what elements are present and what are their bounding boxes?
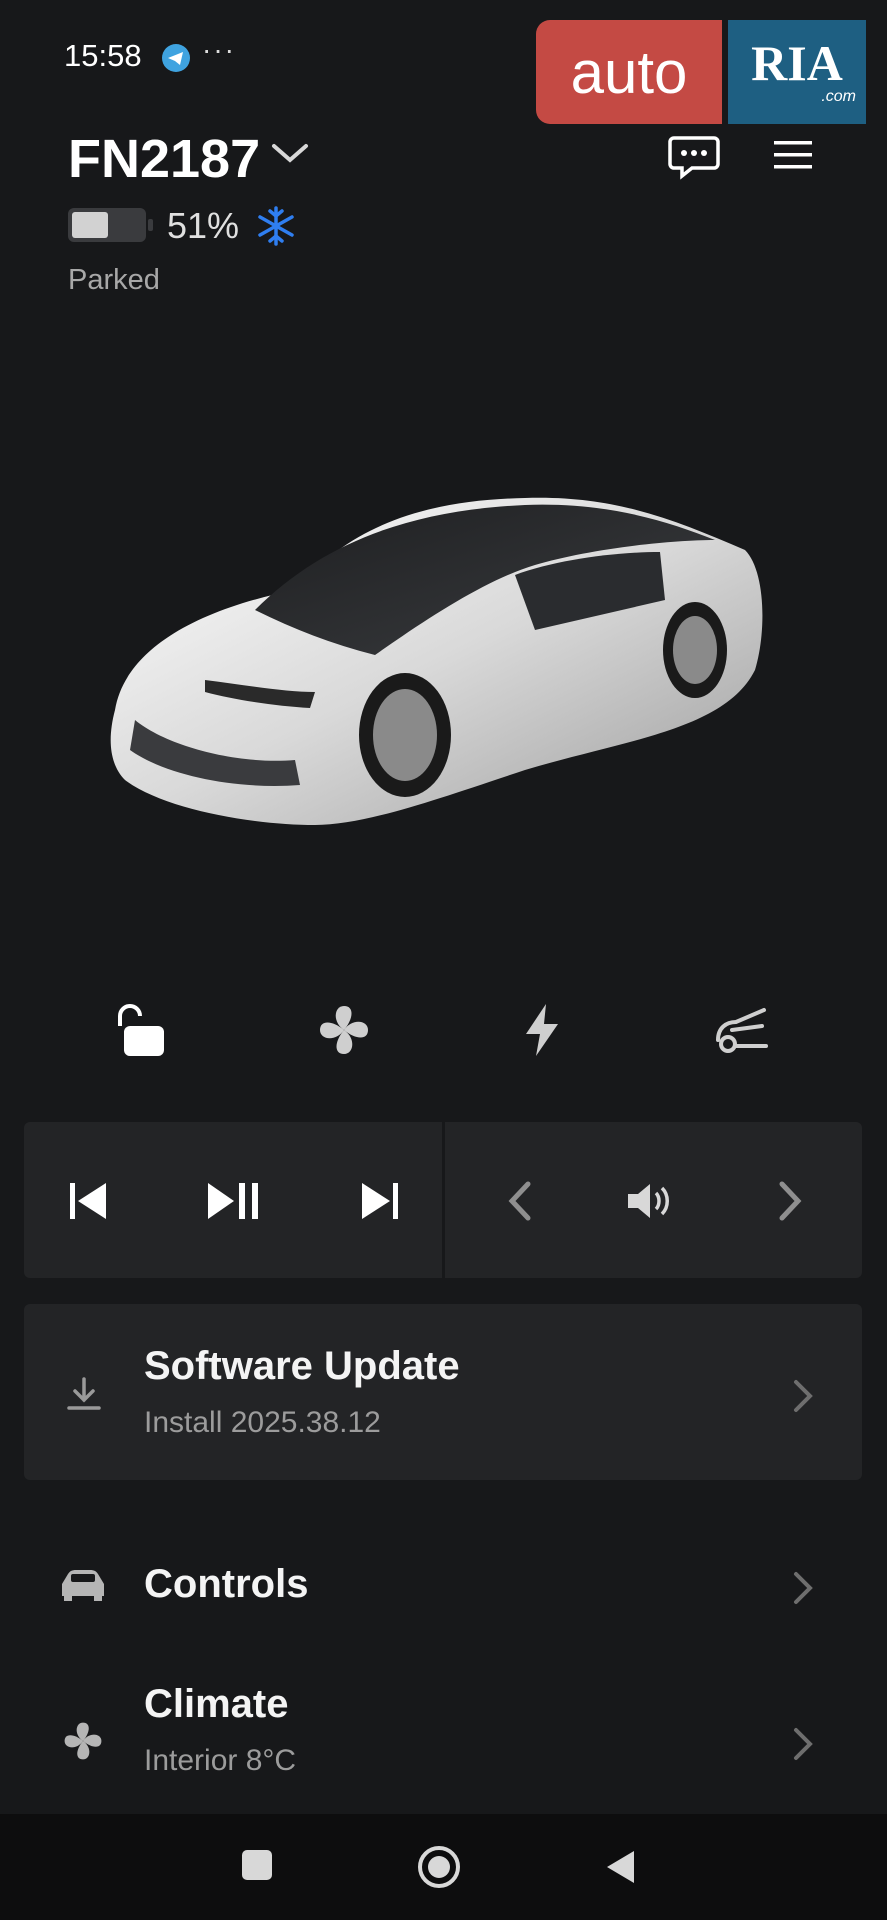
software-update-card[interactable] (24, 1304, 862, 1480)
battery-icon (68, 208, 156, 247)
charge-button[interactable] (512, 1000, 572, 1060)
previous-track-icon[interactable] (64, 1176, 114, 1226)
climate-row[interactable]: Climate (144, 1682, 289, 1727)
volume-icon[interactable] (624, 1176, 674, 1226)
watermark-auto-logo: auto (536, 20, 722, 124)
chat-icon[interactable] (668, 134, 720, 185)
frunk-button[interactable] (712, 1000, 772, 1060)
home-icon[interactable] (416, 1844, 462, 1895)
fan-button[interactable] (314, 1000, 374, 1060)
snowflake-icon (256, 206, 296, 251)
vehicle-status: Parked (68, 264, 160, 296)
status-time: 15:58 (64, 38, 142, 73)
chevron-right-icon (790, 1376, 816, 1421)
back-icon[interactable] (604, 1848, 638, 1891)
source-previous-icon[interactable] (500, 1176, 550, 1226)
status-more-icon: ··· (202, 34, 236, 65)
media-divider (442, 1122, 445, 1278)
chevron-right-icon (790, 1724, 816, 1769)
vehicle-name[interactable]: FN2187 (68, 128, 260, 190)
play-pause-icon[interactable] (206, 1176, 258, 1226)
chevron-right-icon (790, 1568, 816, 1613)
source-next-icon[interactable] (770, 1176, 820, 1226)
car-icon (58, 1568, 108, 1607)
recent-apps-icon[interactable] (240, 1848, 274, 1887)
car-image (105, 480, 785, 885)
watermark-ria-logo: RIA .com (728, 20, 866, 124)
download-icon (66, 1376, 102, 1417)
next-track-icon[interactable] (354, 1176, 404, 1226)
unlock-button[interactable] (110, 1000, 170, 1060)
software-update-subtitle: Install 2025.38.12 (144, 1406, 381, 1439)
software-update-title: Software Update (144, 1344, 460, 1388)
controls-row[interactable]: Controls (144, 1562, 308, 1607)
fan-icon (60, 1718, 106, 1769)
climate-subtitle: Interior 8°C (144, 1744, 297, 1777)
battery-percent: 51% (167, 205, 240, 246)
chevron-down-icon[interactable] (268, 138, 312, 173)
telegram-icon (162, 44, 190, 72)
menu-icon[interactable] (772, 138, 814, 177)
